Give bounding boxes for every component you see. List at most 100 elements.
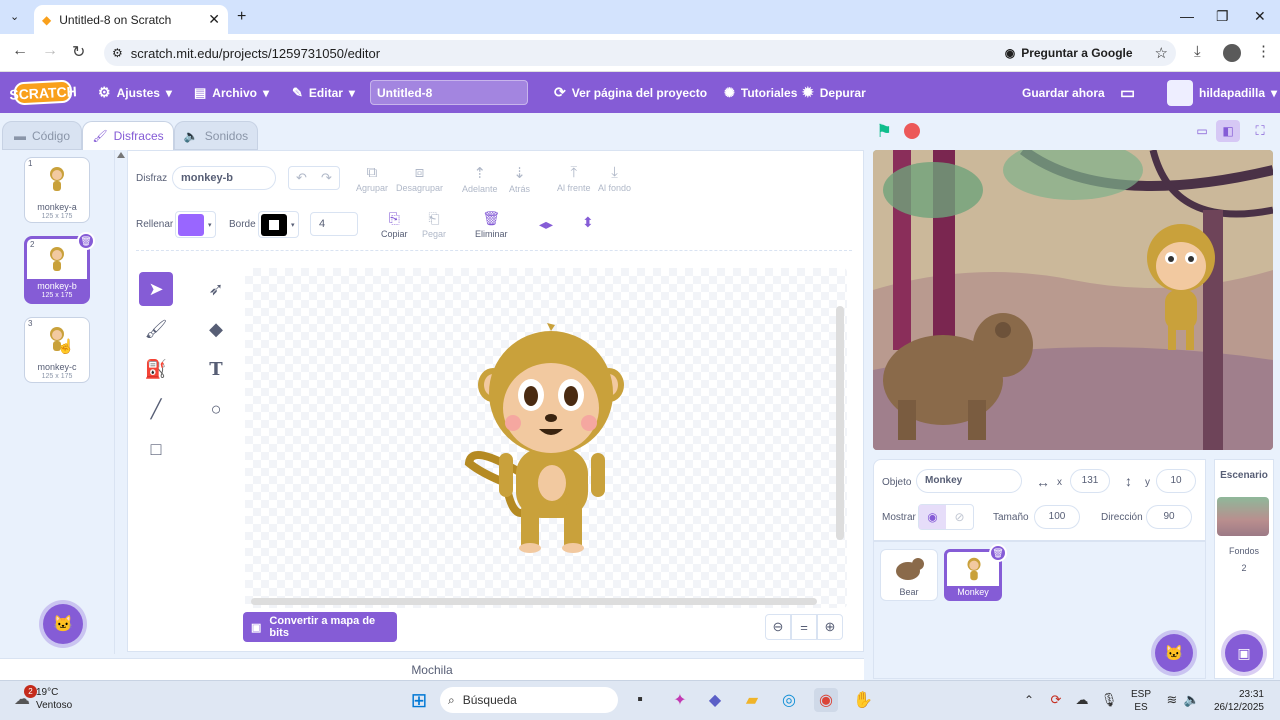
tab-code[interactable]: ▬ Código — [2, 121, 82, 150]
paste-button[interactable]: ⎗ Pegar — [422, 210, 446, 239]
minimize-icon[interactable]: — — [1180, 8, 1194, 24]
url-bar[interactable]: ⚙ scratch.mit.edu/projects/1259731050/ed… — [104, 40, 1176, 66]
copy-button[interactable]: ⎘ Copiar — [381, 210, 408, 239]
microphone-icon[interactable]: 🎙 — [1097, 688, 1121, 712]
select-tool[interactable]: ➤ — [139, 272, 173, 306]
tab-sounds[interactable]: 🔈 Sonidos — [174, 121, 258, 150]
line-tool[interactable]: ╱ — [139, 392, 173, 426]
zoom-reset-button[interactable]: = — [791, 614, 817, 640]
stage[interactable] — [873, 150, 1273, 450]
border-color-picker[interactable]: ▾ — [258, 211, 299, 238]
backward-button[interactable]: ⇣ Atrás — [509, 164, 530, 194]
tab-costumes[interactable]: 🖌 Disfraces — [82, 121, 174, 150]
task-view-icon[interactable]: ▪ — [628, 688, 652, 712]
copilot-icon[interactable]: ✦ — [668, 688, 692, 712]
x-input[interactable]: 131 — [1070, 469, 1110, 493]
file-menu[interactable]: ▤ Archivo ▾ — [194, 72, 269, 113]
chrome-icon[interactable]: ◉ — [814, 688, 838, 712]
see-project-page-button[interactable]: ⟳ Ver página del proyecto — [554, 72, 707, 113]
size-input[interactable]: 100 — [1034, 505, 1080, 529]
eye-visible-icon[interactable]: ◉ — [919, 505, 946, 529]
group-button[interactable]: ⧉ Agrupar — [356, 164, 388, 193]
convert-to-bitmap-button[interactable]: ▣ Convertir a mapa de bits — [243, 612, 397, 642]
ungroup-button[interactable]: ⧈ Desagrupar — [396, 164, 443, 193]
tab-list-chevron-icon[interactable]: ⌄ — [10, 10, 19, 23]
reshape-tool[interactable]: ➶ — [199, 272, 233, 306]
cloud-icon[interactable]: ☁ — [1070, 688, 1094, 712]
delete-sprite-icon[interactable]: 🗑 — [989, 544, 1007, 562]
maximize-icon[interactable]: ❐ — [1216, 8, 1229, 25]
zoom-out-button[interactable]: ⊖ — [765, 614, 791, 640]
flip-horizontal-icon[interactable]: ◂▸ — [539, 216, 553, 233]
forward-button[interactable]: ⇡ Adelante — [462, 164, 498, 194]
bookmark-star-icon[interactable]: ☆ — [1155, 44, 1168, 62]
normal-stage-icon[interactable]: ◧ — [1216, 120, 1240, 142]
edge-icon[interactable]: ◎ — [777, 688, 801, 712]
back-icon[interactable]: ← — [12, 42, 28, 60]
download-icon[interactable]: ⤓ — [1194, 43, 1201, 60]
browser-menu-icon[interactable]: ⋮ — [1256, 42, 1271, 60]
new-tab-icon[interactable]: + — [237, 8, 246, 26]
costume-list-scrollbar[interactable] — [114, 150, 126, 654]
costume-name-input[interactable]: monkey-b — [172, 166, 276, 190]
redo-icon[interactable]: ↷ — [321, 170, 332, 186]
backdrop-thumbnail[interactable] — [1217, 497, 1269, 536]
clock[interactable]: 23:31 26/12/2025 — [1206, 688, 1264, 714]
fill-tool[interactable]: ⛽ — [139, 352, 173, 386]
my-stuff-folder-icon[interactable]: ▭ — [1120, 72, 1135, 113]
file-explorer-icon[interactable]: ▰ — [740, 688, 764, 712]
profile-avatar-icon[interactable] — [1223, 44, 1241, 62]
ask-google-button[interactable]: ◉ Preguntar a Google — [1005, 46, 1133, 60]
eraser-tool[interactable]: ◆ — [199, 312, 233, 346]
volume-icon[interactable]: 🔈 — [1180, 688, 1204, 712]
project-title-input[interactable]: Untitled-8 — [370, 80, 528, 105]
teams-icon[interactable]: ◆ — [703, 688, 727, 712]
settings-menu[interactable]: ⚙ Ajustes ▾ — [98, 72, 172, 113]
close-tab-icon[interactable]: ✕ — [208, 11, 220, 28]
sprite-name-input[interactable]: Monkey — [916, 469, 1022, 493]
backpack-bar[interactable]: Mochila — [0, 658, 864, 680]
border-width-input[interactable]: 4 — [310, 212, 358, 236]
rectangle-tool[interactable]: □ — [139, 432, 173, 466]
choose-backdrop-button[interactable]: ▣ — [1225, 634, 1263, 672]
front-button[interactable]: ⤒ Al frente — [557, 164, 591, 193]
stop-icon[interactable] — [904, 123, 920, 139]
direction-input[interactable]: 90 — [1146, 505, 1192, 529]
tutorials-button[interactable]: ✺ Tutoriales — [724, 72, 797, 113]
taskbar-search[interactable]: ⌕ Búsqueda — [440, 687, 618, 713]
sprite-item-bear[interactable]: Bear — [880, 549, 938, 601]
text-tool[interactable]: T — [199, 352, 233, 386]
choose-sprite-button[interactable]: 🐱 — [1155, 634, 1193, 672]
close-window-icon[interactable]: ✕ — [1254, 8, 1266, 25]
circle-tool[interactable]: ○ — [199, 392, 233, 426]
reload-icon[interactable]: ↻ — [72, 42, 85, 62]
windows-start-icon[interactable]: ⊞ — [407, 688, 431, 712]
choose-costume-button[interactable]: 🐱 — [43, 604, 83, 644]
costume-item[interactable]: 1 monkey-a 125 x 175 — [24, 157, 90, 223]
debug-button[interactable]: ✹ Depurar — [802, 72, 866, 113]
canvas-vertical-scrollbar[interactable] — [836, 306, 844, 540]
language-indicator[interactable]: ESP ES — [1131, 688, 1151, 714]
back-button[interactable]: ⤓ Al fondo — [598, 164, 631, 193]
account-menu[interactable]: hildapadilla ▾ — [1167, 72, 1277, 113]
edit-menu[interactable]: ✎ Editar ▾ — [292, 72, 355, 113]
paint-canvas[interactable] — [245, 268, 847, 608]
browser-tab[interactable]: ◆ Untitled-8 on Scratch ✕ — [34, 5, 228, 34]
save-now-button[interactable]: Guardar ahora — [1022, 72, 1105, 113]
zoom-in-button[interactable]: ⊕ — [817, 614, 843, 640]
delete-button[interactable]: 🗑 Eliminar — [475, 210, 508, 239]
fullscreen-icon[interactable]: ⛶ — [1250, 120, 1270, 142]
site-info-icon[interactable]: ⚙ — [112, 46, 123, 60]
eye-hidden-icon[interactable]: ⊘ — [946, 505, 973, 529]
delete-costume-icon[interactable]: 🗑 — [77, 232, 95, 250]
sync-icon[interactable]: ⟳ — [1044, 688, 1068, 712]
flip-vertical-icon[interactable]: ⬍ — [582, 214, 594, 231]
weather-widget[interactable]: ☁ 2 19°C Ventoso — [14, 685, 72, 712]
scratch-logo[interactable]: SCRATCH — [9, 79, 77, 106]
undo-icon[interactable]: ↶ — [296, 170, 307, 186]
fill-color-picker[interactable]: ▾ — [175, 211, 216, 238]
green-flag-icon[interactable]: ⚑ — [876, 121, 892, 142]
tray-chevron-icon[interactable]: ⌃ — [1017, 688, 1041, 712]
y-input[interactable]: 10 — [1156, 469, 1196, 493]
forward-icon[interactable]: → — [42, 42, 58, 60]
